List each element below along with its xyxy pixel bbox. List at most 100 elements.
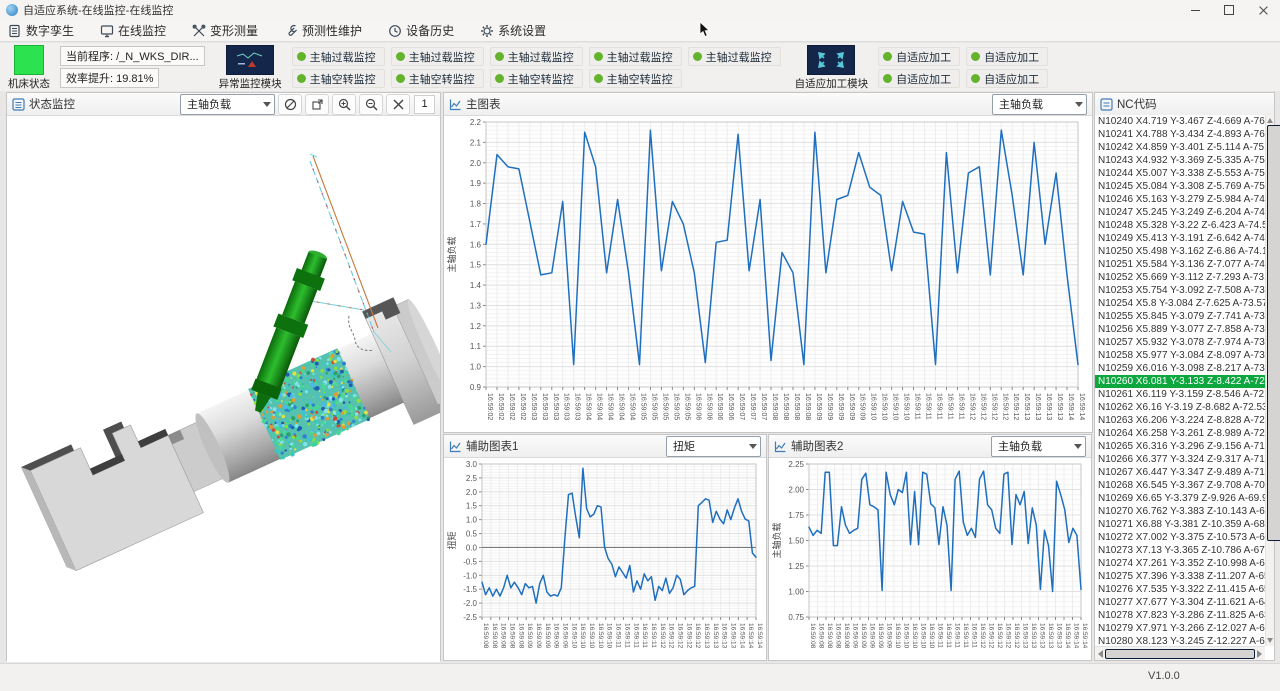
nc-line[interactable]: N10263 X6.206 Y-3.224 Z-8.828 A-72.33 C <box>1095 414 1265 427</box>
nc-line[interactable]: N10244 X5.007 Y-3.338 Z-5.553 A-75.297 <box>1095 167 1265 180</box>
zoom-out-button[interactable] <box>359 94 383 115</box>
svg-text:16:59:08: 16:59:08 <box>835 623 842 649</box>
svg-text:16:59:06: 16:59:06 <box>727 393 734 420</box>
nc-line[interactable]: N10276 X7.535 Y-3.322 Z-11.415 A-65.22 <box>1095 583 1265 596</box>
nc-line[interactable]: N10278 X7.823 Y-3.286 Z-11.825 A-63.73 <box>1095 609 1265 622</box>
nc-line[interactable]: N10246 X5.163 Y-3.279 Z-5.984 A-74.892 <box>1095 193 1265 206</box>
nc-line[interactable]: N10252 X5.669 Y-3.112 Z-7.293 A-73.844 <box>1095 271 1265 284</box>
nc-line[interactable]: N10259 X6.016 Y-3.098 Z-8.217 A-73.036 <box>1095 362 1265 375</box>
nc-line[interactable]: N10241 X4.788 Y-3.434 Z-4.893 A-76.062 <box>1095 128 1265 141</box>
scroll-right-icon <box>1257 650 1262 658</box>
spindle-overload-monitor-button[interactable]: 主轴过载监控 <box>688 47 781 66</box>
spindle-overload-monitor-button[interactable]: 主轴过载监控 <box>292 47 385 66</box>
adaptive-machining-button[interactable]: 自适应加工 <box>878 69 960 88</box>
nc-line[interactable]: N10266 X6.377 Y-3.324 Z-9.317 A-71.443 <box>1095 453 1265 466</box>
svg-text:0.5: 0.5 <box>466 530 478 539</box>
adaptive-machining-button[interactable]: 自适应加工 <box>878 47 960 66</box>
menu-item-online-monitor[interactable]: 在线监控 <box>100 22 166 39</box>
nc-line[interactable]: N10250 X5.498 Y-3.162 Z-6.86 A-74.178 C <box>1095 245 1265 258</box>
button-label: 主轴过载监控 <box>508 49 574 65</box>
model-viewport[interactable] <box>7 116 440 662</box>
spindle-overload-monitor-button[interactable]: 主轴过载监控 <box>391 47 484 66</box>
menu-item-predictive-maintenance[interactable]: 预测性维护 <box>284 22 362 39</box>
nc-line[interactable]: N10262 X6.16 Y-3.19 Z-8.682 A-72.534 C <box>1095 401 1265 414</box>
measure-icon <box>192 24 206 38</box>
nc-line[interactable]: N10261 X6.119 Y-3.159 Z-8.546 A-72.701 <box>1095 388 1265 401</box>
adaptive-machining-button[interactable]: 自适应加工 <box>966 69 1048 88</box>
nc-line[interactable]: N10243 X4.932 Y-3.369 Z-5.335 A-75.523 <box>1095 154 1265 167</box>
nc-line[interactable]: N10249 X5.413 Y-3.191 Z-6.642 A-74.346 <box>1095 232 1265 245</box>
close-button[interactable] <box>1246 0 1280 20</box>
nc-line[interactable]: N10270 X6.762 Y-3.383 Z-10.143 A-69.34 <box>1095 505 1265 518</box>
pan-tool-button[interactable] <box>278 94 302 115</box>
nc-line[interactable]: N10240 X4.719 Y-3.467 Z-4.669 A-76.396 <box>1095 115 1265 128</box>
nc-line[interactable]: N10254 X5.8 Y-3.084 Z-7.625 A-73.571 C <box>1095 297 1265 310</box>
nc-line[interactable]: N10256 X5.889 Y-3.077 Z-7.858 A-73.348 <box>1095 323 1265 336</box>
svg-text:1.00: 1.00 <box>788 588 804 597</box>
nc-line[interactable]: N10268 X6.545 Y-3.367 Z-9.708 A-70.519 <box>1095 479 1265 492</box>
nc-line[interactable]: N10248 X5.328 Y-3.22 Z-6.423 A-74.52 C <box>1095 219 1265 232</box>
spindle-overload-monitor-button[interactable]: 主轴过载监控 <box>589 47 682 66</box>
nc-line[interactable]: N10275 X7.396 Y-3.338 Z-11.207 A-65.95 <box>1095 570 1265 583</box>
svg-text:16:59:12: 16:59:12 <box>979 393 986 420</box>
aux-chart1-select[interactable]: 扭矩 <box>666 436 761 457</box>
spindle-overload-monitor-button[interactable]: 主轴过载监控 <box>490 47 583 66</box>
adaptive-module[interactable]: 自适应加工模块 <box>795 45 869 91</box>
nc-line[interactable]: N10277 X7.677 Y-3.304 Z-11.621 A-64.48 <box>1095 596 1265 609</box>
nc-line[interactable]: N10264 X6.258 Y-3.261 Z-8.989 A-72.072 <box>1095 427 1265 440</box>
svg-text:16:59:08: 16:59:08 <box>509 623 516 649</box>
svg-text:16:59:14: 16:59:14 <box>1078 393 1085 420</box>
status-signal-select[interactable]: 主轴负载 <box>180 94 275 115</box>
nc-line[interactable]: N10279 X7.971 Y-3.266 Z-12.027 A-62.98 <box>1095 622 1265 635</box>
button-label: 主轴过载监控 <box>706 49 772 65</box>
zoom-in-button[interactable] <box>332 94 356 115</box>
menu-item-deform-measure[interactable]: 变形测量 <box>192 22 258 39</box>
aux-chart2-panel: 辅助图表2 主轴负载 0.751.001.251.501.752.002.251… <box>768 434 1092 661</box>
fit-view-button[interactable] <box>386 94 410 115</box>
spindle-idle-monitor-button[interactable]: 主轴空转监控 <box>292 69 385 88</box>
nc-line[interactable]: N10269 X6.65 Y-3.379 Z-9.926 A-69.947 C <box>1095 492 1265 505</box>
spindle-idle-monitor-button[interactable]: 主轴空转监控 <box>391 69 484 88</box>
nc-vscroll-thumb[interactable] <box>1267 125 1280 541</box>
nc-line[interactable]: N10251 X5.584 Y-3.136 Z-7.077 A-74.012 <box>1095 258 1265 271</box>
svg-text:16:59:13: 16:59:13 <box>1034 393 1041 420</box>
rotate-view-button[interactable] <box>305 94 329 115</box>
line-chart-icon <box>449 98 462 111</box>
nc-line[interactable]: N10271 X6.88 Y-3.381 Z-10.359 A-68.711 <box>1095 518 1265 531</box>
menu-item-digital-twin[interactable]: 数字孪生 <box>8 22 74 39</box>
nc-line[interactable]: N10242 X4.859 Y-3.401 Z-5.114 A-75.775 <box>1095 141 1265 154</box>
nc-line-active[interactable]: N10260 X6.081 Y-3.133 Z-8.422 A-72.835 <box>1095 375 1265 388</box>
spindle-idle-monitor-button[interactable]: 主轴空转监控 <box>490 69 583 88</box>
nc-line[interactable]: N10253 X5.754 Y-3.092 Z-7.508 A-73.677 <box>1095 284 1265 297</box>
nc-hscroll-thumb[interactable] <box>1105 649 1255 659</box>
main-chart-select[interactable]: 主轴负载 <box>992 94 1087 115</box>
nc-vertical-scrollbar[interactable] <box>1265 115 1274 646</box>
maximize-button[interactable] <box>1212 0 1246 20</box>
menu-item-system-settings[interactable]: 系统设置 <box>480 22 546 39</box>
spindle-idle-monitor-button[interactable]: 主轴空转监控 <box>589 69 682 88</box>
svg-text:主轴负载: 主轴负载 <box>446 236 457 272</box>
nc-line[interactable]: N10247 X5.245 Y-3.249 Z-6.204 A-74.701 <box>1095 206 1265 219</box>
nc-horizontal-scrollbar[interactable] <box>1095 646 1265 660</box>
nc-line[interactable]: N10245 X5.084 Y-3.308 Z-5.769 A-75.088 <box>1095 180 1265 193</box>
minimize-button[interactable] <box>1178 0 1212 20</box>
nc-line[interactable]: N10267 X6.447 Y-3.347 Z-9.489 A-71.055 <box>1095 466 1265 479</box>
nc-line[interactable]: N10265 X6.316 Y-3.296 Z-9.156 A-71.771 <box>1095 440 1265 453</box>
menu-item-device-history[interactable]: 设备历史 <box>388 22 454 39</box>
zoom-level-box[interactable]: 1 <box>414 95 435 114</box>
nc-line[interactable]: N10255 X5.845 Y-3.079 Z-7.741 A-73.458 <box>1095 310 1265 323</box>
svg-text:16:59:11: 16:59:11 <box>914 393 921 420</box>
nc-line[interactable]: N10273 X7.13 Y-3.365 Z-10.786 A-67.372 <box>1095 544 1265 557</box>
nc-line[interactable]: N10258 X5.977 Y-3.084 Z-8.097 A-73.138 <box>1095 349 1265 362</box>
svg-text:1.0: 1.0 <box>470 363 482 372</box>
adaptive-machining-button[interactable]: 自适应加工 <box>966 47 1048 66</box>
button-label: 主轴空转监控 <box>409 71 475 87</box>
nc-line[interactable]: N10257 X5.932 Y-3.078 Z-7.974 A-73.243 <box>1095 336 1265 349</box>
nc-line[interactable]: N10280 X8.123 Y-3.245 Z-12.227 A-62.23 <box>1095 635 1265 646</box>
nc-line[interactable]: N10272 X7.002 Y-3.375 Z-10.573 A-68.05 <box>1095 531 1265 544</box>
aux-chart2-select[interactable]: 主轴负载 <box>991 436 1086 457</box>
nc-line[interactable]: N10274 X7.261 Y-3.352 Z-10.998 A-66.67 <box>1095 557 1265 570</box>
svg-text:16:59:10: 16:59:10 <box>606 623 613 649</box>
svg-text:16:59:13: 16:59:13 <box>1039 623 1046 649</box>
anomaly-module[interactable]: 异常监控模块 <box>219 45 282 91</box>
